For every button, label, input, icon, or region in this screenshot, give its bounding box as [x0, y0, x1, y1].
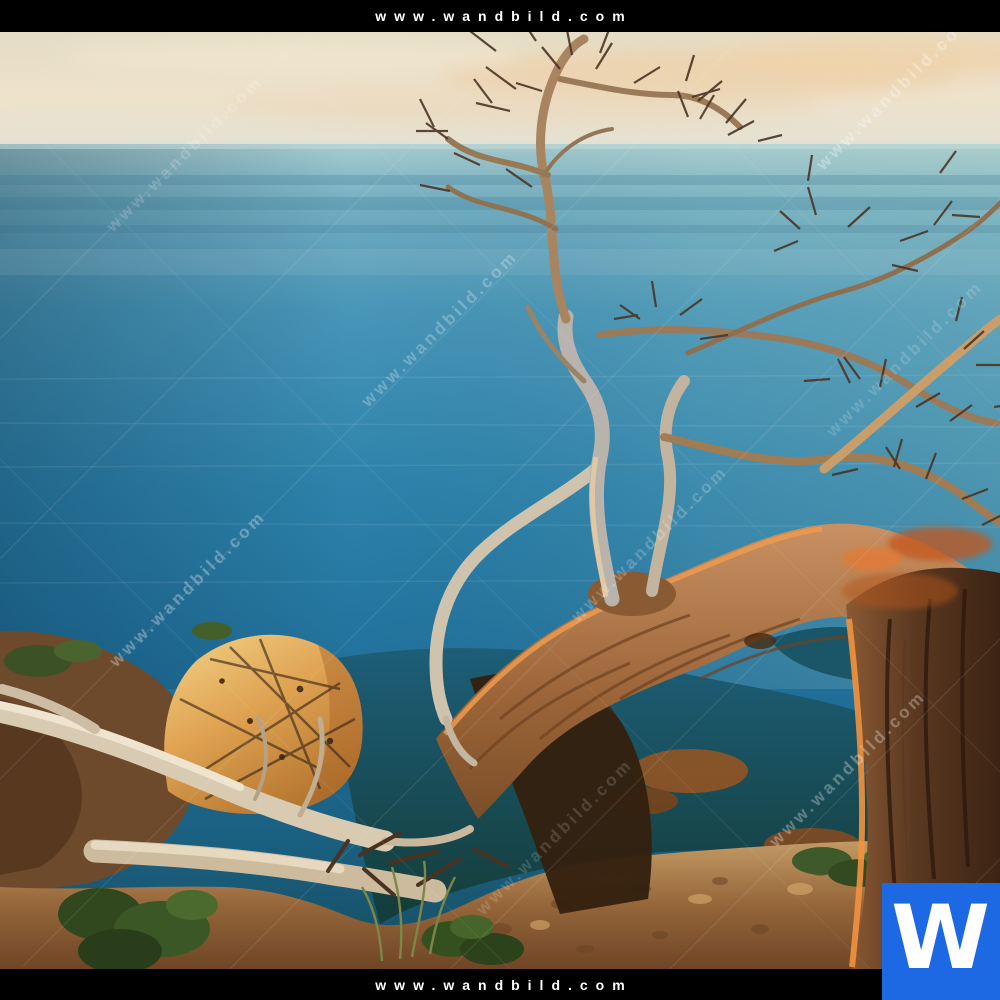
brand-logo-letter: W [891, 894, 990, 982]
top-banner: www.wandbild.com [0, 0, 1000, 32]
sky [0, 32, 1000, 147]
product-image-card: www.wandbild.com [0, 0, 1000, 1000]
bottom-banner-url-text: www.wandbild.com [375, 977, 632, 993]
product-photo: www.wandbild.com www.wandbild.com www.wa… [0, 32, 1000, 969]
landscape-photo-art [0, 32, 1000, 969]
bottom-banner: www.wandbild.com [0, 969, 1000, 1000]
brand-logo: W [882, 883, 1000, 1000]
top-banner-url-text: www.wandbild.com [375, 8, 632, 24]
